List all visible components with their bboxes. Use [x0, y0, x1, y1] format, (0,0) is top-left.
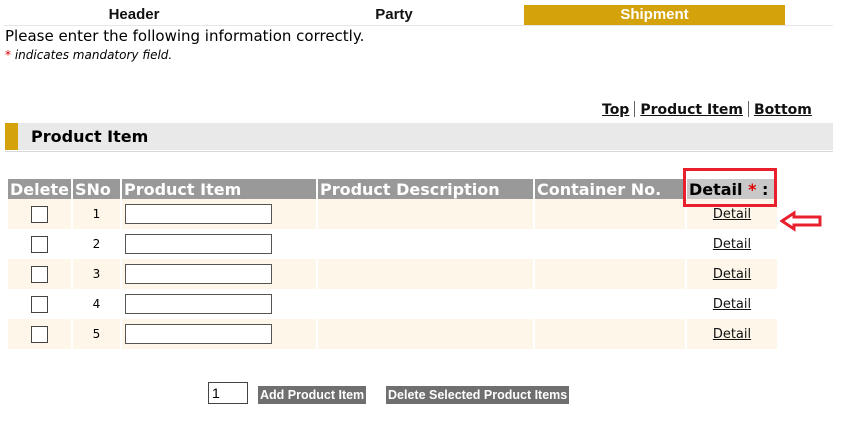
- cell-container-no: [534, 199, 685, 229]
- table-row: 5 Detail: [8, 319, 777, 349]
- section-header: Product Item: [5, 123, 833, 150]
- item-count-input[interactable]: [208, 382, 248, 404]
- table-row: 2 Detail: [8, 229, 777, 259]
- cell-sno: 3: [72, 259, 120, 289]
- product-item-input[interactable]: [124, 234, 272, 254]
- cell-sno: 4: [72, 289, 120, 319]
- detail-link[interactable]: Detail: [687, 297, 777, 312]
- cell-product-description: [317, 199, 533, 229]
- detail-link[interactable]: Detail: [687, 207, 777, 222]
- delete-checkbox[interactable]: [30, 235, 48, 253]
- add-product-item-button[interactable]: Add Product Item: [258, 386, 367, 404]
- header-container-no: Container No.: [534, 179, 685, 199]
- header-product-description: Product Description: [317, 179, 533, 199]
- cell-detail: Detail: [686, 229, 777, 259]
- table-row: 1 Detail: [8, 199, 777, 229]
- section-accent-bar: [5, 123, 18, 150]
- nav-bottom-link[interactable]: Bottom: [754, 102, 812, 118]
- cell-detail: Detail: [686, 319, 777, 349]
- tab-spacer: [785, 5, 833, 25]
- cell-product-description: [317, 259, 533, 289]
- detail-link[interactable]: Detail: [687, 327, 777, 342]
- cell-product-description: [317, 229, 533, 259]
- section-divider: [5, 151, 833, 152]
- delete-checkbox[interactable]: [30, 295, 48, 313]
- tab-party[interactable]: Party: [264, 5, 524, 25]
- cell-delete: [8, 259, 71, 289]
- left-arrow-icon: [780, 210, 822, 232]
- header-product-item: Product Item: [121, 179, 316, 199]
- cell-delete: [8, 319, 71, 349]
- cell-sno: 5: [72, 319, 120, 349]
- cell-container-no: [534, 259, 685, 289]
- product-item-input[interactable]: [124, 324, 272, 344]
- delete-checkbox[interactable]: [30, 325, 48, 343]
- cell-delete: [8, 199, 71, 229]
- nav-separator: [634, 101, 636, 117]
- delete-checkbox[interactable]: [30, 265, 48, 283]
- cell-product-item: [121, 259, 316, 289]
- tab-shipment[interactable]: Shipment: [524, 5, 785, 25]
- cell-product-description: [317, 319, 533, 349]
- table-row: 3 Detail: [8, 259, 777, 289]
- section-title: Product Item: [31, 127, 149, 146]
- cell-sno: 1: [72, 199, 120, 229]
- highlight-box: [683, 168, 777, 207]
- product-item-input[interactable]: [124, 204, 272, 224]
- mandatory-note: * indicates mandatory field.: [5, 48, 172, 62]
- delete-checkbox[interactable]: [30, 205, 48, 223]
- intro-text: Please enter the following information c…: [5, 27, 365, 45]
- cell-detail: Detail: [686, 289, 777, 319]
- product-item-table: Delete SNo Product Item Product Descript…: [6, 179, 779, 349]
- cell-product-item: [121, 229, 316, 259]
- product-item-input[interactable]: [124, 294, 272, 314]
- cell-product-item: [121, 199, 316, 229]
- header-sno: SNo: [72, 179, 120, 199]
- cell-product-item: [121, 319, 316, 349]
- cell-product-item: [121, 289, 316, 319]
- cell-detail: Detail: [686, 259, 777, 289]
- table-row: 4 Detail: [8, 289, 777, 319]
- quick-nav: Top Product Item Bottom: [602, 101, 812, 118]
- header-delete: Delete: [8, 179, 71, 199]
- cell-container-no: [534, 229, 685, 259]
- table-header-row: Delete SNo Product Item Product Descript…: [8, 179, 777, 199]
- cell-sno: 2: [72, 229, 120, 259]
- delete-selected-items-button[interactable]: Delete Selected Product Items: [386, 386, 570, 404]
- nav-top-link[interactable]: Top: [602, 102, 629, 118]
- tab-bar: Header Party Shipment: [4, 5, 833, 26]
- detail-link[interactable]: Detail: [687, 267, 777, 282]
- cell-delete: [8, 289, 71, 319]
- product-item-input[interactable]: [124, 264, 272, 284]
- tab-header[interactable]: Header: [4, 5, 264, 25]
- cell-delete: [8, 229, 71, 259]
- cell-container-no: [534, 289, 685, 319]
- detail-link[interactable]: Detail: [687, 237, 777, 252]
- mandatory-text: indicates mandatory field.: [11, 48, 173, 62]
- nav-product-item-link[interactable]: Product Item: [640, 102, 743, 118]
- cell-container-no: [534, 319, 685, 349]
- cell-product-description: [317, 289, 533, 319]
- nav-separator: [747, 101, 749, 117]
